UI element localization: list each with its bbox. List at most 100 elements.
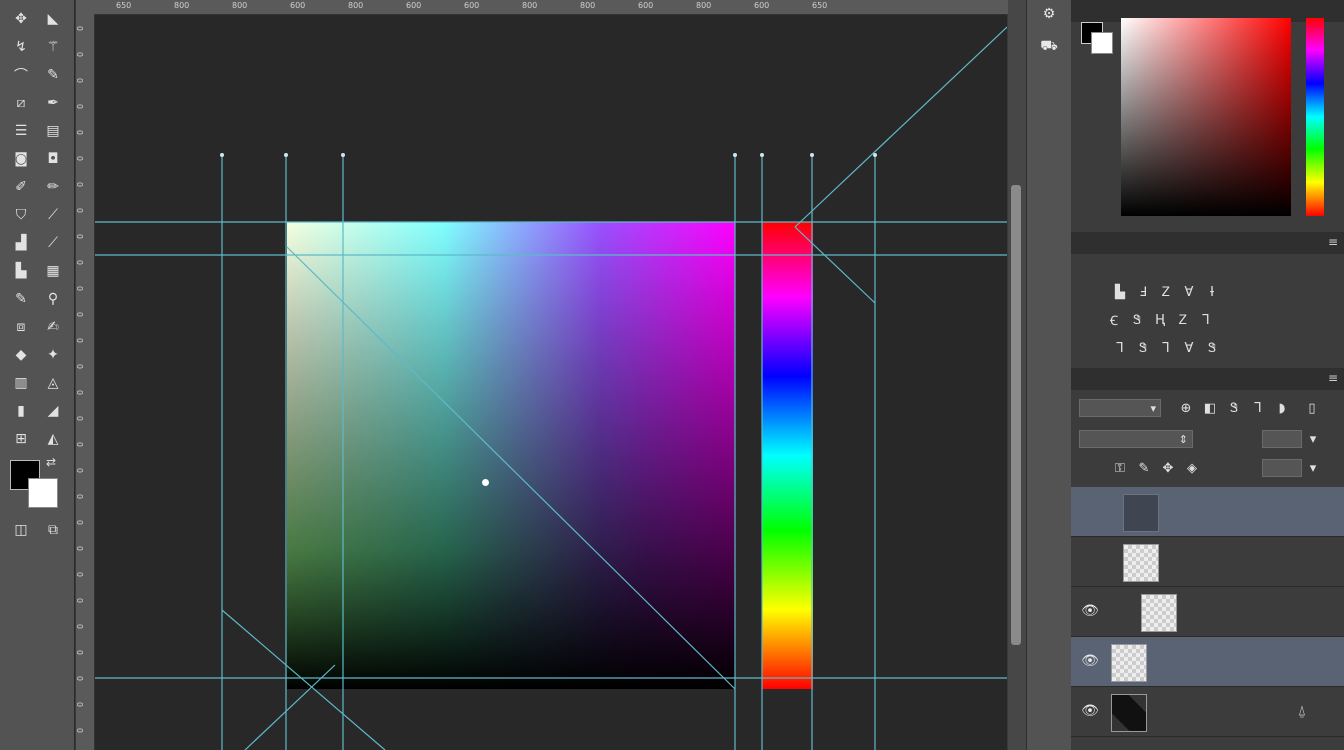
pencil-icon[interactable]: ✏ [40,176,66,198]
adjustment-preset-icon[interactable]: Ꞓ [1105,311,1123,329]
ruler-tick-label: 800 [580,1,596,10]
lock-position-icon[interactable]: ✥ [1159,459,1177,477]
custom-shape-icon[interactable]: ◭ [40,428,66,450]
fill-dropdown-icon[interactable]: ▾ [1304,459,1322,477]
adjustment-preset-icon[interactable]: Ꮓ [1174,311,1192,329]
lock-artboard-icon[interactable]: ◈ [1183,459,1201,477]
eye-icon[interactable]: 👁 [1081,653,1099,669]
gradient-icon[interactable]: ▙ [8,260,34,282]
adjustment-preset-icon[interactable]: Ⅎ [1134,283,1152,301]
document-canvas[interactable] [95,15,1007,750]
diagonal-guide [221,609,386,750]
swap-colors-icon[interactable]: ⇄ [46,455,56,469]
color-panel-background-swatch[interactable] [1091,32,1113,54]
healing-brush-icon[interactable]: ◙ [8,148,34,170]
paint-bucket-icon[interactable]: ▦ [40,260,66,282]
filter-type-icon[interactable]: Ꮥ [1225,399,1243,417]
ruler-tick-label: 0 [76,545,86,552]
dodge-icon[interactable]: ⧈ [8,316,34,338]
filter-pixel-icon[interactable]: ⊕ [1177,399,1195,417]
burn-icon[interactable]: ✍ [40,316,66,338]
blend-mode-select[interactable]: ⇕ [1079,430,1193,448]
chevron-updown-icon: ⇕ [1178,432,1188,446]
panel-menu-icon[interactable]: ≡ [1328,371,1338,385]
adjustment-preset-icon[interactable]: Ꞁ [1197,311,1215,329]
eraser-icon[interactable]: ▟ [8,232,34,254]
ruler-tick-label: 0 [76,233,86,240]
layer-thumbnail [1123,544,1159,582]
ruler-tick-label: 0 [76,77,86,84]
clone-stamp-icon[interactable]: ⛉ [8,204,34,226]
frame-icon[interactable]: ☰ [8,120,34,142]
path-select-icon[interactable]: ▮ [8,400,34,422]
adjustment-preset-icon[interactable]: Ꞁ [1111,339,1129,357]
filter-adjustment-icon[interactable]: ◧ [1201,399,1219,417]
lock-transparent-icon[interactable]: ⚿ [1111,459,1129,477]
eye-icon[interactable]: 👁 [1081,703,1099,719]
ruler-tick-label: 0 [76,259,86,266]
lock-icon: ⍙ [1297,703,1307,719]
filter-shape-icon[interactable]: Ꞁ [1249,399,1267,417]
layer-kind-filter[interactable]: ▾ [1079,399,1161,417]
horizontal-ruler: 650 800 800 600 800 600 600 800 800 600 800 600 650 [76,0,1008,15]
guide-anchor [284,153,288,157]
lasso-icon[interactable]: ↯ [8,36,34,58]
layer-row[interactable]: 👁 [1071,637,1344,687]
layer-row[interactable]: 👁 [1071,587,1344,637]
vertical-type-icon[interactable]: ◬ [40,372,66,394]
adjustment-preset-icon[interactable]: Ɨ [1203,283,1221,301]
direct-select-icon[interactable]: ◢ [40,400,66,422]
fill-input[interactable] [1262,459,1302,477]
background-color-swatch[interactable] [28,478,58,508]
ruler-tick-label: 600 [464,1,480,10]
adjustment-preset-icon[interactable]: Ꮥ [1203,339,1221,357]
layer-row[interactable]: 👁 ⍙ [1071,687,1344,737]
filter-toggle-icon[interactable]: ▯ [1303,399,1321,417]
opacity-input[interactable] [1262,430,1302,448]
history-panel-icon[interactable]: ⚙ [1037,2,1061,26]
polygon-lasso-icon[interactable]: ⌒ [8,64,34,86]
move-icon[interactable]: ✥ [8,8,34,30]
shape-icon[interactable]: ⊞ [8,428,34,450]
screen-mode-icon[interactable]: ⧉ [40,519,66,541]
layer-row[interactable] [1071,537,1344,587]
adjustments-panel-header: ≡ [1071,232,1344,254]
brush-icon[interactable]: ✐ [8,176,34,198]
adjustment-preset-icon[interactable]: Ꮥ [1128,311,1146,329]
adjustment-preset-icon[interactable]: Ꮥ [1134,339,1152,357]
eye-icon[interactable]: 👁 [1081,603,1099,619]
adjustment-preset-icon[interactable]: Ɐ [1180,283,1198,301]
adjustment-preset-icon[interactable]: Ɐ [1180,339,1198,357]
quick-mask-icon[interactable]: ◫ [8,519,34,541]
magic-wand-icon[interactable]: ⚚ [40,36,66,58]
patch-icon[interactable]: ◘ [40,148,66,170]
ruler-tick-label: 800 [174,1,190,10]
lock-pixels-icon[interactable]: ✎ [1135,459,1153,477]
sharpen-icon[interactable]: ⚲ [40,288,66,310]
adjustment-preset-icon[interactable]: Ⱨ [1151,311,1169,329]
layer-row[interactable] [1071,487,1344,537]
ruler-tick-label: 0 [76,155,86,162]
adjustment-preset-icon[interactable]: Ꞁ [1157,339,1175,357]
scrollbar-thumb[interactable] [1011,185,1021,645]
ruler-tick-label: 650 [812,1,828,10]
pen-icon[interactable]: ◆ [8,344,34,366]
artboard-icon[interactable]: ◣ [40,8,66,30]
filter-smart-object-icon[interactable]: ◗ [1273,399,1291,417]
type-icon[interactable]: ▥ [8,372,34,394]
properties-panel-icon[interactable]: ⛟ [1037,35,1061,59]
freeform-pen-icon[interactable]: ✦ [40,344,66,366]
adjustment-preset-icon[interactable]: ▙ [1111,283,1129,301]
quick-select-icon[interactable]: ✎ [40,64,66,86]
slice-icon[interactable]: ▤ [40,120,66,142]
opacity-dropdown-icon[interactable]: ▾ [1304,430,1322,448]
panel-menu-icon[interactable]: ≡ [1328,235,1338,249]
color-hue-slider[interactable] [1306,18,1324,216]
bg-eraser-icon[interactable]: ⟋ [40,232,66,254]
history-brush-icon[interactable]: ⟋ [40,204,66,226]
color-saturation-field[interactable] [1121,18,1291,216]
blur-icon[interactable]: ✎ [8,288,34,310]
crop-icon[interactable]: ⧄ [8,92,34,114]
eyedropper-icon[interactable]: ✒ [40,92,66,114]
adjustment-preset-icon[interactable]: Ꮓ [1157,283,1175,301]
